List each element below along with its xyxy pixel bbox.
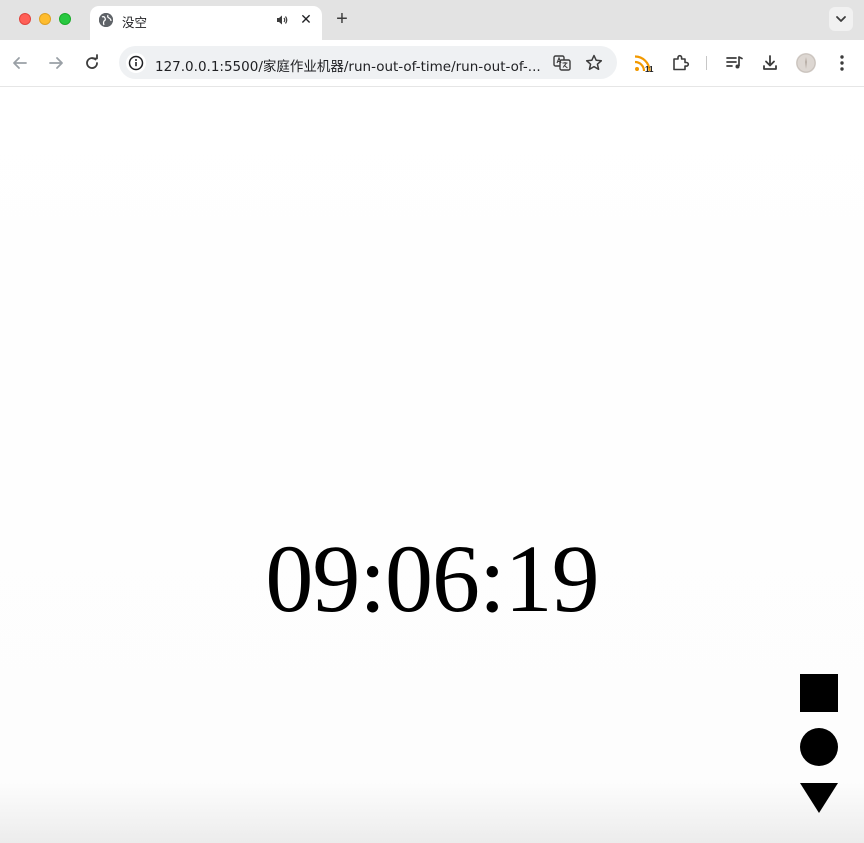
arrow-left-icon <box>13 57 27 69</box>
media-control-icon[interactable] <box>724 53 744 78</box>
close-window-button[interactable] <box>19 13 31 25</box>
avatar[interactable] <box>796 53 816 73</box>
clock-display: 09:06:19 <box>265 525 599 632</box>
page-content: 09:06:19 <box>0 87 864 843</box>
browser-toolbar: 127.0.0.1:5500/家庭作业机器/run-out-of-time/ru… <box>0 40 864 87</box>
arrow-right-icon <box>49 57 63 69</box>
reload-icon <box>86 54 98 69</box>
tab-strip: 没空 ✕ + <box>0 0 864 40</box>
url-text[interactable]: 127.0.0.1:5500/家庭作业机器/run-out-of-time/ru… <box>155 55 541 75</box>
browser-tab-active[interactable]: 没空 ✕ <box>90 6 322 40</box>
star-icon[interactable] <box>584 53 604 78</box>
download-icon[interactable] <box>760 53 780 78</box>
forward-button[interactable] <box>46 53 66 73</box>
tab-search-button[interactable] <box>829 7 853 31</box>
info-icon <box>128 55 144 71</box>
address-bar[interactable]: 127.0.0.1:5500/家庭作业机器/run-out-of-time/ru… <box>119 46 617 79</box>
puzzle-icon[interactable] <box>670 53 690 78</box>
circle-button[interactable] <box>800 728 838 766</box>
reload-button[interactable] <box>82 53 102 73</box>
back-button[interactable] <box>10 53 30 73</box>
square-button[interactable] <box>800 674 838 712</box>
minimize-window-button[interactable] <box>39 13 51 25</box>
toolbar-divider <box>706 56 707 70</box>
maximize-window-button[interactable] <box>59 13 71 25</box>
tab-title: 没空 <box>122 15 148 30</box>
chevron-down-icon <box>836 16 846 22</box>
speaker-icon[interactable] <box>275 13 289 27</box>
browser-window: 没空 ✕ + 127.0.0.1:5500/家庭作业机器/run-out-of-… <box>0 0 864 843</box>
site-info-button[interactable] <box>126 53 146 73</box>
new-tab-button[interactable]: + <box>333 9 351 29</box>
globe-icon <box>99 13 113 27</box>
tab-close-button[interactable]: ✕ <box>299 12 313 26</box>
translate-icon[interactable] <box>552 53 572 78</box>
rss-count-badge: 11 <box>645 65 654 74</box>
triangle-button[interactable] <box>800 783 838 813</box>
profile-avatar-icon <box>796 53 816 73</box>
kebab-menu-icon[interactable] <box>840 54 844 72</box>
